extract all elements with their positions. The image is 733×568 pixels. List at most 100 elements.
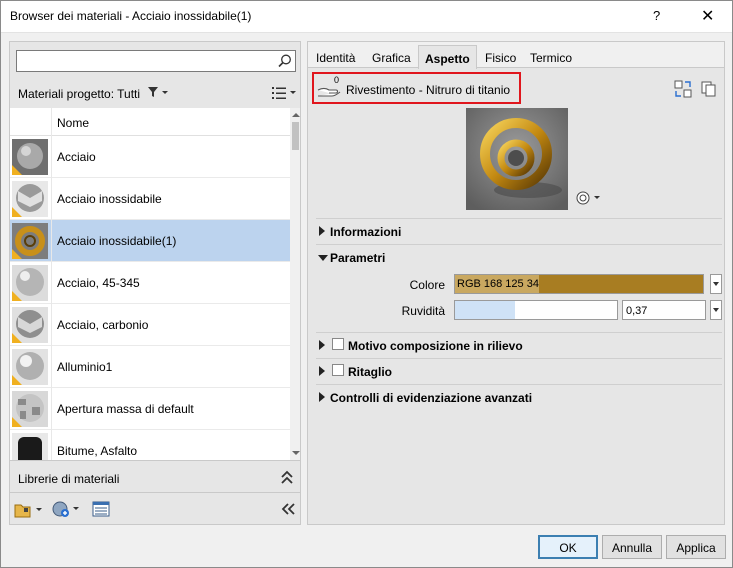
rugosita-value: 0,37 bbox=[626, 305, 648, 317]
applica-button[interactable]: Applica bbox=[666, 535, 726, 559]
material-row-acciaio-inossidabile-1[interactable]: Acciaio inossidabile(1) bbox=[10, 220, 290, 262]
ritaglio-checkbox[interactable] bbox=[332, 364, 344, 376]
material-label: Acciaio inossidabile bbox=[57, 192, 162, 206]
material-browser-window: Browser dei materiali - Acciaio inossida… bbox=[0, 0, 733, 568]
material-thumbnail-icon bbox=[12, 181, 48, 217]
asset-name: Rivestimento - Nitruro di titanio bbox=[346, 83, 511, 97]
material-label: Alluminio1 bbox=[57, 360, 113, 374]
colore-field[interactable]: RGB 168 125 34 bbox=[454, 274, 704, 294]
expand-up-icon[interactable] bbox=[280, 469, 294, 485]
thumbnail-cell bbox=[10, 262, 52, 304]
material-editor-panel: Identità Grafica Aspetto Fisico Termico … bbox=[307, 41, 725, 525]
tab-fisico[interactable]: Fisico bbox=[485, 51, 516, 65]
expand-arrow-icon[interactable] bbox=[318, 366, 326, 376]
material-list-panel: Materiali progetto: Tutti Nome Acciaio A… bbox=[9, 41, 301, 525]
create-material-icon[interactable] bbox=[52, 500, 82, 518]
filter-icon[interactable] bbox=[147, 86, 169, 98]
rugosita-slider[interactable] bbox=[454, 300, 618, 320]
ok-button[interactable]: OK bbox=[538, 535, 598, 559]
material-thumbnail-icon bbox=[12, 223, 48, 259]
material-row-bitume-asfalto[interactable]: Bitume, Asfalto bbox=[10, 430, 290, 460]
rugosita-dropdown[interactable] bbox=[710, 300, 722, 320]
thumbnail-column-header bbox=[10, 108, 52, 136]
tab-aspetto[interactable]: Aspetto bbox=[418, 45, 477, 69]
material-label: Acciaio, 45-345 bbox=[57, 276, 140, 290]
window-title: Browser dei materiali - Acciaio inossida… bbox=[10, 9, 252, 23]
duplicate-asset-icon[interactable] bbox=[700, 80, 718, 98]
list-view-icon[interactable] bbox=[271, 86, 297, 100]
section-controlli-label: Controlli di evidenziazione avanzati bbox=[330, 391, 533, 405]
material-label: Acciaio bbox=[57, 150, 96, 164]
material-row-acciaio[interactable]: Acciaio bbox=[10, 136, 290, 178]
libraries-label: Librerie di materiali bbox=[18, 472, 120, 486]
thumbnail-cell bbox=[10, 178, 52, 220]
column-header-name[interactable]: Nome bbox=[57, 116, 89, 130]
thumbnail-cell bbox=[10, 304, 52, 346]
collapse-left-icon[interactable] bbox=[280, 502, 296, 516]
thumbnail-cell bbox=[10, 430, 52, 460]
material-panel-icon[interactable] bbox=[92, 500, 110, 518]
section-motivo-label: Motivo composizione in rilievo bbox=[348, 339, 523, 353]
section-informazioni[interactable]: Informazioni bbox=[316, 218, 722, 244]
preview-options-icon[interactable] bbox=[576, 190, 602, 206]
colore-dropdown[interactable] bbox=[710, 274, 722, 294]
material-row-alluminio1[interactable]: Alluminio1 bbox=[10, 346, 290, 388]
scroll-down-icon[interactable] bbox=[291, 448, 300, 458]
tab-termico[interactable]: Termico bbox=[530, 51, 572, 65]
tab-identita[interactable]: Identità bbox=[316, 51, 355, 65]
material-label: Bitume, Asfalto bbox=[57, 444, 138, 458]
material-thumbnail-icon bbox=[12, 307, 48, 343]
expand-arrow-icon[interactable] bbox=[318, 226, 326, 236]
material-list: Nome Acciaio Acciaio inossidabile Acciai… bbox=[10, 108, 300, 460]
material-thumbnail-icon bbox=[12, 391, 48, 427]
material-thumbnail-icon bbox=[12, 349, 48, 385]
asset-usage-count: 0 bbox=[334, 75, 340, 85]
material-label: Acciaio, carbonio bbox=[57, 318, 149, 332]
tab-grafica[interactable]: Grafica bbox=[372, 51, 411, 65]
material-libraries-header[interactable]: Librerie di materiali bbox=[10, 460, 300, 492]
thumbnail-cell bbox=[10, 220, 52, 262]
expand-arrow-icon[interactable] bbox=[318, 392, 326, 402]
colore-value: RGB 168 125 34 bbox=[457, 278, 539, 290]
colore-label: Colore bbox=[409, 278, 445, 292]
material-row-acciaio-carbonio[interactable]: Acciaio, carbonio bbox=[10, 304, 290, 346]
title-bar: Browser dei materiali - Acciaio inossida… bbox=[1, 1, 732, 32]
thumbnail-cell bbox=[10, 346, 52, 388]
close-button[interactable]: ✕ bbox=[701, 6, 714, 26]
appearance-asset[interactable]: 0 Rivestimento - Nitruro di titanio bbox=[312, 72, 521, 104]
project-materials-label: Materiali progetto: Tutti bbox=[18, 87, 141, 101]
section-ritaglio[interactable]: Ritaglio bbox=[316, 358, 722, 384]
rugosita-label: Ruvidità bbox=[401, 304, 445, 318]
help-button[interactable]: ? bbox=[653, 8, 660, 23]
material-label: Acciaio inossidabile(1) bbox=[57, 234, 177, 248]
material-thumbnail-icon bbox=[12, 139, 48, 175]
rugosita-input[interactable]: 0,37 bbox=[622, 300, 706, 320]
open-library-icon[interactable] bbox=[14, 501, 44, 519]
collapse-arrow-icon[interactable] bbox=[318, 254, 328, 262]
list-header: Nome bbox=[10, 108, 290, 136]
title-separator bbox=[1, 32, 732, 33]
material-row-acciaio-inossidabile[interactable]: Acciaio inossidabile bbox=[10, 178, 290, 220]
material-label: Apertura massa di default bbox=[57, 402, 194, 416]
gold-ring-preview-icon bbox=[466, 108, 568, 210]
material-preview bbox=[466, 108, 568, 210]
library-toolbar bbox=[10, 492, 300, 524]
material-thumbnail-icon bbox=[12, 433, 48, 460]
rugosita-slider-fill bbox=[455, 301, 515, 319]
scrollbar-thumb[interactable] bbox=[292, 122, 299, 150]
thumbnail-cell bbox=[10, 388, 52, 430]
section-controlli-avanzati[interactable]: Controlli di evidenziazione avanzati bbox=[316, 384, 722, 410]
list-scrollbar[interactable] bbox=[290, 108, 300, 460]
scroll-up-icon[interactable] bbox=[291, 110, 300, 120]
section-informazioni-label: Informazioni bbox=[330, 225, 402, 239]
annulla-button[interactable]: Annulla bbox=[602, 535, 662, 559]
material-row-acciaio-45-345[interactable]: Acciaio, 45-345 bbox=[10, 262, 290, 304]
search-icon[interactable] bbox=[277, 53, 293, 69]
motivo-checkbox[interactable] bbox=[332, 338, 344, 350]
section-motivo-rilievo[interactable]: Motivo composizione in rilievo bbox=[316, 332, 722, 358]
expand-arrow-icon[interactable] bbox=[318, 340, 326, 350]
replace-asset-icon[interactable] bbox=[674, 80, 692, 98]
project-materials-row: Materiali progetto: Tutti bbox=[10, 78, 300, 108]
material-row-apertura-massa[interactable]: Apertura massa di default bbox=[10, 388, 290, 430]
search-input[interactable] bbox=[16, 50, 296, 72]
